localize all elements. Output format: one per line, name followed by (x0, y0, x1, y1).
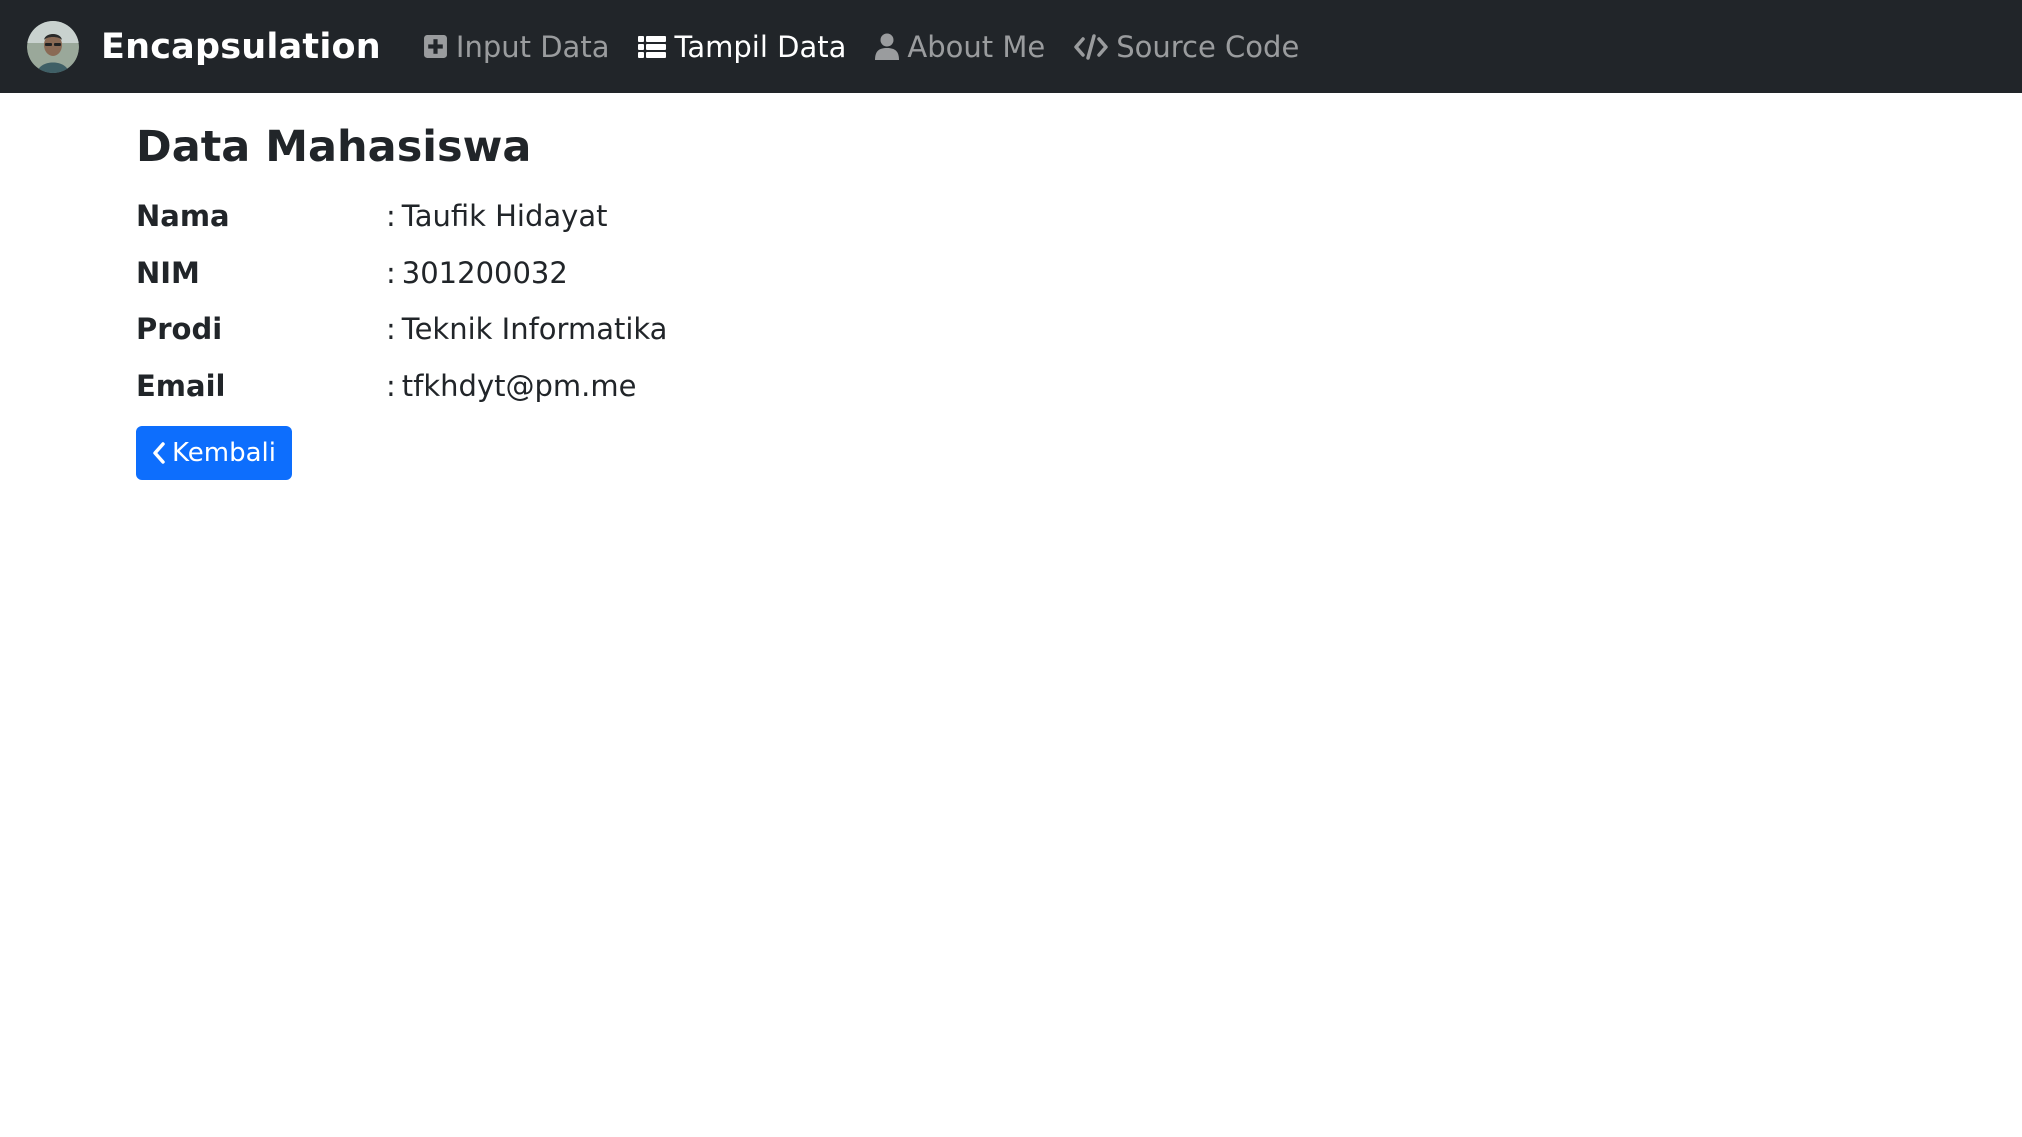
page-title: Data Mahasiswa (136, 122, 532, 172)
info-row-nim: NIM : 301200032 (136, 245, 667, 302)
chevron-left-icon (153, 442, 165, 464)
field-label: Prodi (136, 312, 223, 347)
nav-menu: Input Data Tampil Data About Me Source C… (423, 30, 1328, 64)
nav-item-source-code[interactable]: Source Code (1074, 30, 1299, 64)
nav-item-about-me[interactable]: About Me (875, 30, 1045, 64)
nav-item-tampil-data[interactable]: Tampil Data (638, 30, 846, 64)
nav-item-label: About Me (907, 29, 1046, 64)
plus-square-icon (423, 35, 447, 58)
field-value: Taufik Hidayat (401, 199, 608, 234)
back-button[interactable]: Kembali (136, 426, 292, 480)
field-label: Email (136, 368, 226, 403)
avatar (27, 20, 79, 73)
user-icon (875, 33, 900, 60)
field-value: Teknik Informatika (401, 312, 668, 347)
list-icon (638, 35, 667, 58)
code-icon (1074, 33, 1108, 60)
field-separator: : (386, 368, 396, 403)
main-content: Data Mahasiswa Nama : Taufik Hidayat NIM… (136, 118, 667, 480)
student-info: Nama : Taufik Hidayat NIM : 301200032 Pr… (136, 188, 667, 414)
nav-item-label: Input Data (455, 29, 610, 64)
field-value: tfkhdyt@pm.me (401, 368, 637, 403)
nav-item-label: Source Code (1116, 29, 1300, 64)
nav-item-input-data[interactable]: Input Data (423, 29, 610, 64)
field-value: 301200032 (401, 255, 568, 290)
field-separator: : (386, 312, 396, 347)
back-button-label: Kembali (172, 438, 276, 468)
info-row-nama: Nama : Taufik Hidayat (136, 188, 667, 245)
navbar: Encapsulation Input Data Tampil Data Abo… (0, 0, 2022, 93)
field-separator: : (386, 199, 396, 234)
field-label: NIM (136, 255, 200, 290)
field-separator: : (386, 255, 396, 290)
info-row-prodi: Prodi : Teknik Informatika (136, 301, 667, 358)
field-label: Nama (136, 199, 230, 234)
nav-item-label: Tampil Data (674, 29, 847, 64)
info-row-email: Email : tfkhdyt@pm.me (136, 358, 667, 415)
navbar-brand[interactable]: Encapsulation (27, 20, 381, 73)
brand-title: Encapsulation (101, 26, 381, 67)
